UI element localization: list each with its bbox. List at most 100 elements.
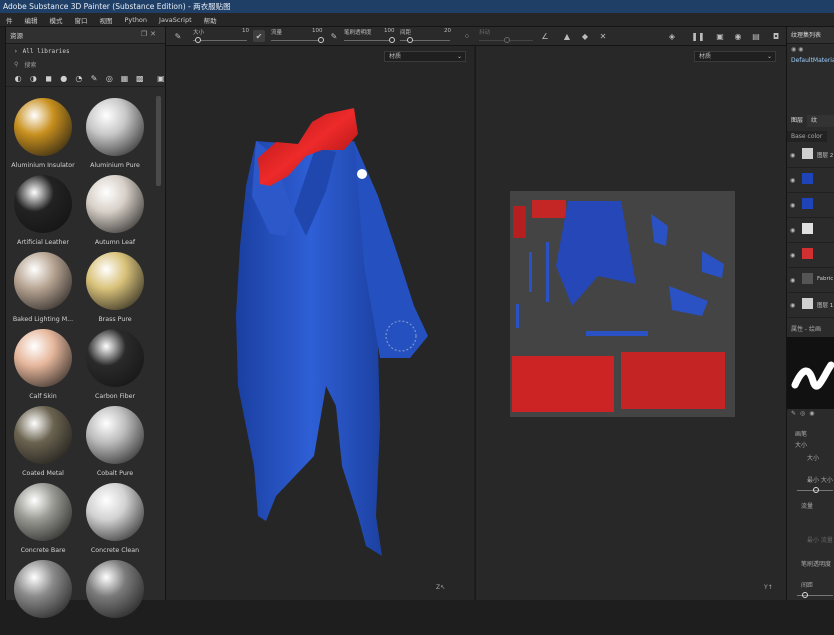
material-preview-sphere xyxy=(86,175,144,233)
layer-name: Fabric xyxy=(817,276,834,282)
flow-knob[interactable] xyxy=(318,37,324,43)
asset-label: Coated Metal xyxy=(22,470,64,477)
viewport-2d[interactable]: 材质 ⌄ Y↑ xyxy=(475,46,786,600)
opacity-label: 笔刷透明度 xyxy=(344,30,372,36)
asset-tile[interactable] xyxy=(80,558,150,635)
visibility-eye-icon[interactable]: ◉ xyxy=(790,202,795,209)
brush-preset-icon[interactable]: ✎ xyxy=(172,30,184,42)
uv-layout[interactable] xyxy=(476,46,787,600)
layer-row[interactable]: ◉ xyxy=(787,244,834,268)
screenshot-icon[interactable]: ◘ xyxy=(770,30,782,42)
garment-3d-model[interactable] xyxy=(166,46,474,600)
visibility-eye-icon[interactable]: ◉ xyxy=(790,277,795,284)
layer-row[interactable]: ◉ xyxy=(787,219,834,243)
asset-tile[interactable]: Aluminium Pure xyxy=(80,96,150,173)
assets-scrollbar[interactable] xyxy=(156,96,161,186)
menu-view[interactable]: 视图 xyxy=(94,15,119,25)
lazy-mouse-icon[interactable]: ✕ xyxy=(597,30,609,42)
opacity-control[interactable]: 笔刷透明度 100 xyxy=(342,27,398,46)
size-label: 大小 xyxy=(193,30,205,36)
jitter-icon[interactable]: ⁘ xyxy=(461,30,473,42)
filter-all-icon[interactable]: ◐ xyxy=(14,74,22,83)
menu-window[interactable]: 窗口 xyxy=(69,15,94,25)
library-selector[interactable]: › All libraries xyxy=(6,44,165,58)
menu-mode[interactable]: 模式 xyxy=(44,15,69,25)
asset-tile[interactable]: Autumn Leaf xyxy=(80,173,150,250)
visibility-eye-icon[interactable]: ◉ xyxy=(790,302,795,309)
filter-particle-icon[interactable]: ◎ xyxy=(105,74,113,83)
filter-environment-icon[interactable]: ▦ xyxy=(120,74,129,83)
material-preview-sphere xyxy=(86,406,144,464)
visibility-eye-icon[interactable]: ◉ xyxy=(790,227,795,234)
tab-layers[interactable]: 图层 xyxy=(787,115,808,127)
asset-tile[interactable]: Brass Pure xyxy=(80,250,150,327)
pressure-size-icon[interactable]: ✔ xyxy=(253,30,265,42)
asset-tile[interactable]: Concrete Clean xyxy=(80,481,150,558)
grid-view-icon[interactable]: ▣ xyxy=(157,74,165,83)
layer-row[interactable]: ◉ Fabric xyxy=(787,269,834,293)
menu-javascript[interactable]: JavaScript xyxy=(153,16,198,24)
asset-tile[interactable]: Calf Skin xyxy=(8,327,78,404)
asset-label: Aluminium Insulator xyxy=(11,162,75,169)
filter-texture-icon[interactable]: ◔ xyxy=(75,74,83,83)
angle-control[interactable]: 抖动 xyxy=(476,27,536,46)
layer-row[interactable]: ◉ xyxy=(787,169,834,193)
material-preview-sphere xyxy=(14,329,72,387)
menu-edit[interactable]: 编辑 xyxy=(19,15,44,25)
asset-tile[interactable]: Coated Metal xyxy=(8,404,78,481)
asset-tile[interactable]: Carbon Fiber xyxy=(80,327,150,404)
asset-tile[interactable]: Cobalt Pure xyxy=(80,404,150,481)
opacity-knob[interactable] xyxy=(389,37,395,43)
asset-tile[interactable]: Aluminium Insulator xyxy=(8,96,78,173)
curve-icon[interactable]: ∠ xyxy=(539,30,551,42)
mirror-icon[interactable]: ◆ xyxy=(579,30,591,42)
filter-smart-material-icon[interactable]: ◑ xyxy=(29,74,37,83)
visibility-eye-icon[interactable]: ◉ xyxy=(790,252,795,259)
camera-mode-icon[interactable]: ◉ xyxy=(732,30,744,42)
asset-tile[interactable]: Baked Lighting M... xyxy=(8,250,78,327)
pressure-flow-icon[interactable]: ✎ xyxy=(328,30,340,42)
asset-tile[interactable]: Artificial Leather xyxy=(8,173,78,250)
asset-tile[interactable] xyxy=(8,558,78,635)
size-knob[interactable] xyxy=(195,37,202,43)
layer-row[interactable]: ◉ xyxy=(787,194,834,218)
texture-set-item[interactable]: DefaultMaterial xyxy=(787,57,834,68)
panel-float-icon[interactable]: ❐✕ xyxy=(141,30,159,38)
tab-second[interactable]: 纹 xyxy=(807,115,821,127)
flow-control[interactable]: 流量 100 xyxy=(268,27,328,46)
visibility-eye-icon[interactable]: ◉ xyxy=(790,152,795,159)
assets-search[interactable]: ⚲ 搜索 xyxy=(6,58,165,71)
angle-knob[interactable] xyxy=(504,37,510,43)
symmetry-icon[interactable]: ▲ xyxy=(561,30,573,42)
filter-mask-icon[interactable]: ◼ xyxy=(44,74,52,83)
eye-icon[interactable]: ◉ ◉ xyxy=(787,46,834,57)
menu-help[interactable]: 帮助 xyxy=(198,15,223,25)
channel-select[interactable]: Base color xyxy=(787,131,827,142)
min-size-knob[interactable] xyxy=(813,487,819,493)
spacing-knob[interactable] xyxy=(802,592,808,598)
asset-label: Carbon Fiber xyxy=(94,393,136,400)
spacing-knob[interactable] xyxy=(407,37,413,43)
uv-island-red-2 xyxy=(532,200,566,218)
pause-icon[interactable]: ❚❚ xyxy=(691,30,704,42)
bake-icon[interactable]: ◈ xyxy=(666,30,678,42)
search-input[interactable]: 搜索 xyxy=(24,60,36,69)
viewport-mode-icon[interactable]: ▤ xyxy=(750,30,762,42)
size-value: 10 xyxy=(242,28,249,34)
viewport-3d[interactable]: 材质 ⌄ Z↖ xyxy=(166,46,474,600)
layer-row[interactable]: ◉ 图层 2 xyxy=(787,144,834,168)
filter-material-icon[interactable]: ● xyxy=(60,74,68,83)
render-icon[interactable]: ▣ xyxy=(714,30,726,42)
size-control[interactable]: 大小 10 xyxy=(190,27,250,46)
menu-python[interactable]: Python xyxy=(119,16,154,24)
library-name: All libraries xyxy=(22,47,70,55)
visibility-eye-icon[interactable]: ◉ xyxy=(790,177,795,184)
asset-tile[interactable]: Concrete Bare xyxy=(8,481,78,558)
filter-image-icon[interactable]: ▩ xyxy=(136,74,144,83)
layer-row[interactable]: ◉ 图层 1 xyxy=(787,294,834,318)
brush-icon[interactable]: ✎◎◉ xyxy=(787,410,819,421)
material-preview-sphere xyxy=(86,329,144,387)
menu-file[interactable]: 件 xyxy=(0,15,19,25)
spacing-control[interactable]: 间距 20 xyxy=(398,27,454,46)
filter-brush-icon[interactable]: ✎ xyxy=(90,74,98,83)
